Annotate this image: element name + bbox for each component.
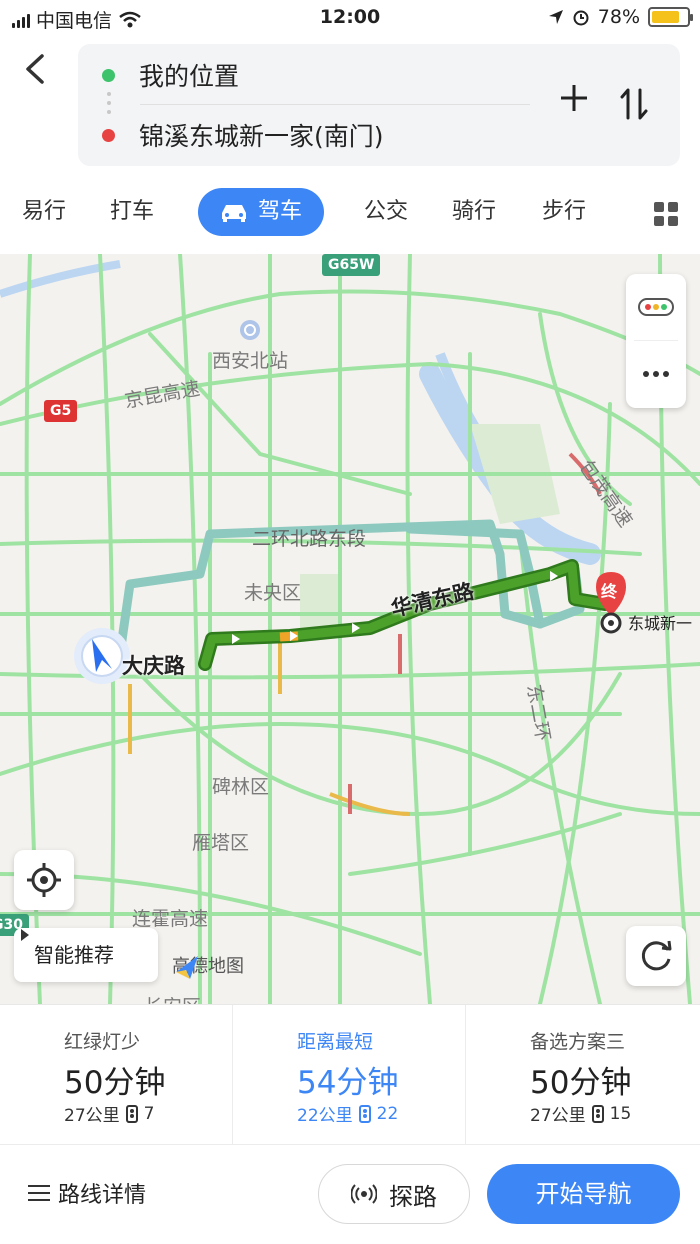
route-option-duration: 54分钟 <box>297 1065 399 1101</box>
status-right: 78% <box>548 6 693 28</box>
road-label-daqing: 大庆路 <box>122 654 185 678</box>
tab-taxi[interactable]: 打车 <box>110 188 154 236</box>
route-option-lights: 15 <box>609 1103 632 1124</box>
traffic-light-icon <box>591 1104 604 1123</box>
status-bar: 中国电信 12:00 78% <box>0 0 700 36</box>
route-details-label: 路线详情 <box>58 1183 147 1208</box>
tab-drive[interactable]: 驾车 <box>198 188 325 236</box>
explore-route-button[interactable]: 探路 <box>318 1164 470 1224</box>
highway-badge-g5: G5 <box>44 400 78 422</box>
route-option-meta: 22公里 22 <box>297 1101 399 1127</box>
route-option-distance: 27公里 <box>64 1106 120 1126</box>
route-option-label: 红绿灯少 <box>64 1031 141 1053</box>
refresh-button[interactable] <box>626 926 686 986</box>
route-option-2[interactable]: 距离最短 54分钟 22公里 22 <box>233 1005 466 1145</box>
end-location-field[interactable]: 锦溪东城新一家(南门) <box>78 106 548 164</box>
alarm-icon <box>573 10 589 26</box>
battery-icon <box>648 7 693 27</box>
swap-route-button[interactable] <box>618 86 654 122</box>
broadcast-icon <box>351 1184 377 1204</box>
more-options-icon[interactable] <box>642 370 670 378</box>
list-icon <box>28 1185 50 1201</box>
more-modes-button[interactable] <box>654 202 678 226</box>
refresh-icon <box>641 940 672 971</box>
chevron-left-icon <box>26 54 44 84</box>
map-label-erhuan: 二环北路东段 <box>252 528 367 550</box>
traffic-toggle-button[interactable] <box>638 298 674 316</box>
locate-button[interactable] <box>14 850 74 910</box>
transport-tabs: 易行 打车 驾车 公交 骑行 步行 <box>0 188 700 244</box>
triangle-right-icon <box>21 929 29 941</box>
crosshair-icon <box>27 863 61 897</box>
highway-badge-g65w: G65W <box>322 254 381 276</box>
route-option-label: 距离最短 <box>297 1031 374 1053</box>
route-option-1[interactable]: 红绿灯少 50分钟 27公里 7 <box>0 1005 233 1145</box>
bottom-bar: 路线详情 探路 开始导航 <box>0 1144 700 1244</box>
start-dot-icon <box>102 68 115 82</box>
start-location-text: 我的位置 <box>139 62 240 91</box>
car-icon <box>222 205 246 222</box>
amap-logo: 高德地图 <box>172 952 244 979</box>
swap-icon <box>620 88 648 120</box>
map-label-changan: 长安区 <box>144 992 201 1004</box>
tab-bus[interactable]: 公交 <box>364 188 408 236</box>
map-label-destination: 东城新一 <box>628 614 693 633</box>
route-options: 红绿灯少 50分钟 27公里 7 距离最短 54分钟 22公里 22 备选方案三… <box>0 1004 700 1145</box>
route-option-distance: 27公里 <box>530 1106 586 1126</box>
route-option-distance: 22公里 <box>297 1106 353 1126</box>
map-label-xian-north: 西安北站 <box>212 350 289 372</box>
end-marker-label: 终 <box>601 582 618 601</box>
panel-divider <box>634 340 678 341</box>
end-dot-icon <box>102 128 115 142</box>
route-option-duration: 50分钟 <box>530 1065 632 1101</box>
battery-percent: 78% <box>597 6 640 28</box>
route-details-button[interactable]: 路线详情 <box>28 1177 146 1209</box>
map-label-lianhuo: 连霍高速 <box>132 908 209 930</box>
route-option-3[interactable]: 备选方案三 50分钟 27公里 15 <box>466 1005 699 1145</box>
start-navigation-button[interactable]: 开始导航 <box>487 1164 680 1224</box>
plus-icon <box>561 85 587 111</box>
route-option-lights: 22 <box>376 1103 399 1124</box>
map-view[interactable]: G65W G5 G30 西安北站 京昆高速 包茂高速 二环北路东段 未央区 碑林… <box>0 254 700 1004</box>
explore-route-label: 探路 <box>389 1182 437 1211</box>
route-option-duration: 50分钟 <box>64 1065 166 1101</box>
amap-logo-icon <box>176 956 198 979</box>
location-arrow-icon <box>548 10 563 24</box>
map-label-weiyang: 未央区 <box>244 582 302 604</box>
route-divider <box>140 104 530 105</box>
add-waypoint-button[interactable] <box>556 82 592 118</box>
route-option-meta: 27公里 7 <box>64 1101 155 1127</box>
map-label-yanta: 雁塔区 <box>192 832 250 854</box>
map-layers-panel <box>626 274 686 408</box>
route-option-meta: 27公里 15 <box>530 1101 632 1127</box>
smart-recommend-button[interactable]: 智能推荐 <box>14 928 158 982</box>
start-location-field[interactable]: 我的位置 <box>78 46 548 104</box>
tab-bike[interactable]: 骑行 <box>452 188 496 236</box>
route-option-label: 备选方案三 <box>530 1031 626 1053</box>
traffic-light-icon <box>125 1104 138 1123</box>
map-canvas <box>0 254 700 1004</box>
route-option-lights: 7 <box>143 1103 155 1124</box>
end-location-text: 锦溪东城新一家(南门) <box>139 122 384 151</box>
smart-recommend-label: 智能推荐 <box>34 943 114 967</box>
tab-yixing[interactable]: 易行 <box>22 188 66 236</box>
back-button[interactable] <box>20 52 56 92</box>
tab-drive-label: 驾车 <box>258 199 303 224</box>
map-label-beilin: 碑林区 <box>212 776 270 798</box>
tab-walk[interactable]: 步行 <box>542 188 586 236</box>
traffic-light-icon <box>358 1104 371 1123</box>
route-input-box: 我的位置 锦溪东城新一家(南门) <box>78 44 680 166</box>
